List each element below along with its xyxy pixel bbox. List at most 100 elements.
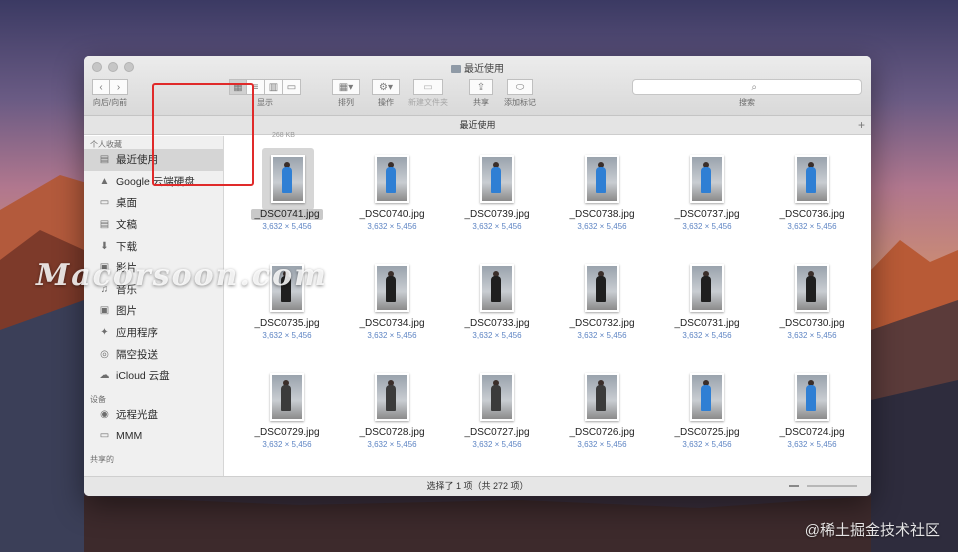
- file-name: _DSC0738.jpg: [549, 209, 655, 220]
- photo-subject: [386, 167, 396, 193]
- tags-button[interactable]: ⬭: [507, 79, 533, 95]
- sidebar-item-label: 图片: [116, 305, 137, 318]
- file-item[interactable]: _DSC0741.jpg 3,632 × 5,456: [234, 136, 340, 244]
- file-item[interactable]: _DSC0726.jpg 3,632 × 5,456: [549, 354, 655, 462]
- file-name-text: _DSC0727.jpg: [464, 427, 530, 438]
- photo-subject: [596, 385, 606, 411]
- file-item[interactable]: _DSC0736.jpg 3,632 × 5,456: [759, 136, 865, 244]
- sidebar-item[interactable]: ▤ 最近使用: [84, 149, 223, 171]
- sidebar-item[interactable]: ◉ 远程光盘: [84, 404, 223, 426]
- file-item[interactable]: _DSC0733.jpg 3,632 × 5,456: [444, 245, 550, 353]
- icon-view-button[interactable]: ▦: [229, 79, 247, 95]
- photo-subject: [281, 385, 291, 411]
- file-item[interactable]: _DSC0739.jpg 3,632 × 5,456: [444, 136, 550, 244]
- file-item[interactable]: _DSC0740.jpg 3,632 × 5,456: [339, 136, 445, 244]
- folder-icon: [451, 65, 461, 73]
- file-item[interactable]: _DSC0724.jpg 3,632 × 5,456: [759, 354, 865, 462]
- thumbnail-wrap: [266, 261, 308, 315]
- sidebar-item[interactable]: ▣ 图片: [84, 300, 223, 322]
- sidebar-item[interactable]: ▭ 桌面: [84, 192, 223, 214]
- file-item[interactable]: _DSC0730.jpg 3,632 × 5,456: [759, 245, 865, 353]
- search-group: ⌕ 搜索: [632, 79, 862, 108]
- sidebar-item[interactable]: ♫ 音乐: [84, 279, 223, 301]
- file-item[interactable]: _DSC0731.jpg 3,632 × 5,456: [654, 245, 760, 353]
- sidebar-item[interactable]: ▣ 影片: [84, 257, 223, 279]
- grid-icon: ▦: [233, 81, 243, 93]
- photo-subject: [806, 276, 816, 302]
- sidebar-item-label: 音乐: [116, 283, 137, 296]
- sidebar-item[interactable]: ◎ 隔空投送: [84, 343, 223, 365]
- photo-thumbnail: [690, 373, 724, 421]
- file-item[interactable]: _DSC0727.jpg 3,632 × 5,456: [444, 354, 550, 462]
- thumbnail-wrap: [476, 152, 518, 206]
- file-item[interactable]: _DSC0738.jpg 3,632 × 5,456: [549, 136, 655, 244]
- thumbnail-wrap: [266, 370, 308, 424]
- add-tab-icon[interactable]: +: [858, 116, 865, 134]
- file-item[interactable]: _DSC0729.jpg 3,632 × 5,456: [234, 354, 340, 462]
- file-name: _DSC0735.jpg: [234, 318, 340, 329]
- search-label: 搜索: [739, 98, 755, 107]
- file-item[interactable]: _DSC0732.jpg 3,632 × 5,456: [549, 245, 655, 353]
- action-button[interactable]: ⚙▾: [372, 79, 400, 95]
- photo-subject: [281, 276, 291, 302]
- sidebar-item-label: 隔空投送: [116, 348, 158, 361]
- sidebar-item[interactable]: ▤ 文稿: [84, 214, 223, 236]
- pictures-icon: ▣: [99, 305, 110, 317]
- sidebar-item[interactable]: ⬇ 下载: [84, 235, 223, 257]
- file-name: _DSC0729.jpg: [234, 427, 340, 438]
- sidebar-item[interactable]: ✦ 应用程序: [84, 322, 223, 344]
- thumbnail-wrap: [581, 152, 623, 206]
- list-view-button[interactable]: ≡: [247, 79, 265, 95]
- file-dimensions: 3,632 × 5,456: [262, 331, 312, 340]
- search-icon: ⌕: [751, 82, 757, 93]
- photo-thumbnail: [585, 264, 619, 312]
- google-drive-icon: ▲: [99, 175, 110, 187]
- file-name-text: _DSC0728.jpg: [359, 427, 425, 438]
- credit-watermark: @稀土掘金技术社区: [804, 522, 940, 539]
- file-name-text: _DSC0740.jpg: [359, 209, 425, 220]
- sidebar-item[interactable]: ▭ MMM: [84, 425, 223, 447]
- downloads-icon: ⬇: [100, 240, 109, 252]
- file-name: _DSC0740.jpg: [339, 209, 445, 220]
- photo-thumbnail: [375, 373, 409, 421]
- photo-thumbnail: [270, 373, 304, 421]
- file-name-text: _DSC0724.jpg: [779, 427, 845, 438]
- file-name: _DSC0728.jpg: [339, 427, 445, 438]
- sidebar-item[interactable]: ▲ Google 云端硬盘: [84, 171, 223, 193]
- slider-track[interactable]: [807, 485, 857, 487]
- thumbnail-wrap: [686, 370, 728, 424]
- gallery-view-button[interactable]: ▭: [283, 79, 301, 95]
- thumbnail-wrap: [791, 261, 833, 315]
- share-button[interactable]: ⇪: [469, 79, 493, 95]
- file-name-text: _DSC0734.jpg: [359, 318, 425, 329]
- column-view-button[interactable]: ▥: [265, 79, 283, 95]
- icon-size-slider[interactable]: [789, 484, 857, 488]
- chevron-left-icon: ‹: [99, 81, 103, 93]
- arrange-button[interactable]: ▦▾: [332, 79, 360, 95]
- thumbnail-wrap: [476, 261, 518, 315]
- sidebar-section-shared: 共享的: [90, 454, 114, 464]
- sidebar-item-label: 桌面: [116, 197, 137, 210]
- file-name: _DSC0726.jpg: [549, 427, 655, 438]
- file-item[interactable]: _DSC0728.jpg 3,632 × 5,456: [339, 354, 445, 462]
- sidebar-item-label: MMM: [116, 429, 143, 442]
- sidebar-item[interactable]: ☁ iCloud 云盘: [84, 365, 223, 387]
- file-item[interactable]: _DSC0735.jpg 3,632 × 5,456: [234, 245, 340, 353]
- nav-label: 向后/向前: [92, 98, 128, 107]
- forward-button[interactable]: ›: [110, 79, 128, 95]
- file-name-text: _DSC0731.jpg: [674, 318, 740, 329]
- file-name: _DSC0734.jpg: [339, 318, 445, 329]
- file-dimensions: 3,632 × 5,456: [787, 222, 837, 231]
- new-folder-button[interactable]: ▭: [413, 79, 443, 95]
- file-item[interactable]: _DSC0725.jpg 3,632 × 5,456: [654, 354, 760, 462]
- file-name: _DSC0741.jpg: [234, 209, 340, 220]
- photo-thumbnail: [585, 373, 619, 421]
- photo-thumbnail: [480, 264, 514, 312]
- search-input[interactable]: ⌕: [632, 79, 862, 95]
- file-item[interactable]: _DSC0737.jpg 3,632 × 5,456: [654, 136, 760, 244]
- photo-subject: [806, 167, 816, 193]
- file-name-text: _DSC0736.jpg: [779, 209, 845, 220]
- thumbnail-wrap: [791, 370, 833, 424]
- file-item[interactable]: _DSC0734.jpg 3,632 × 5,456: [339, 245, 445, 353]
- back-button[interactable]: ‹: [92, 79, 110, 95]
